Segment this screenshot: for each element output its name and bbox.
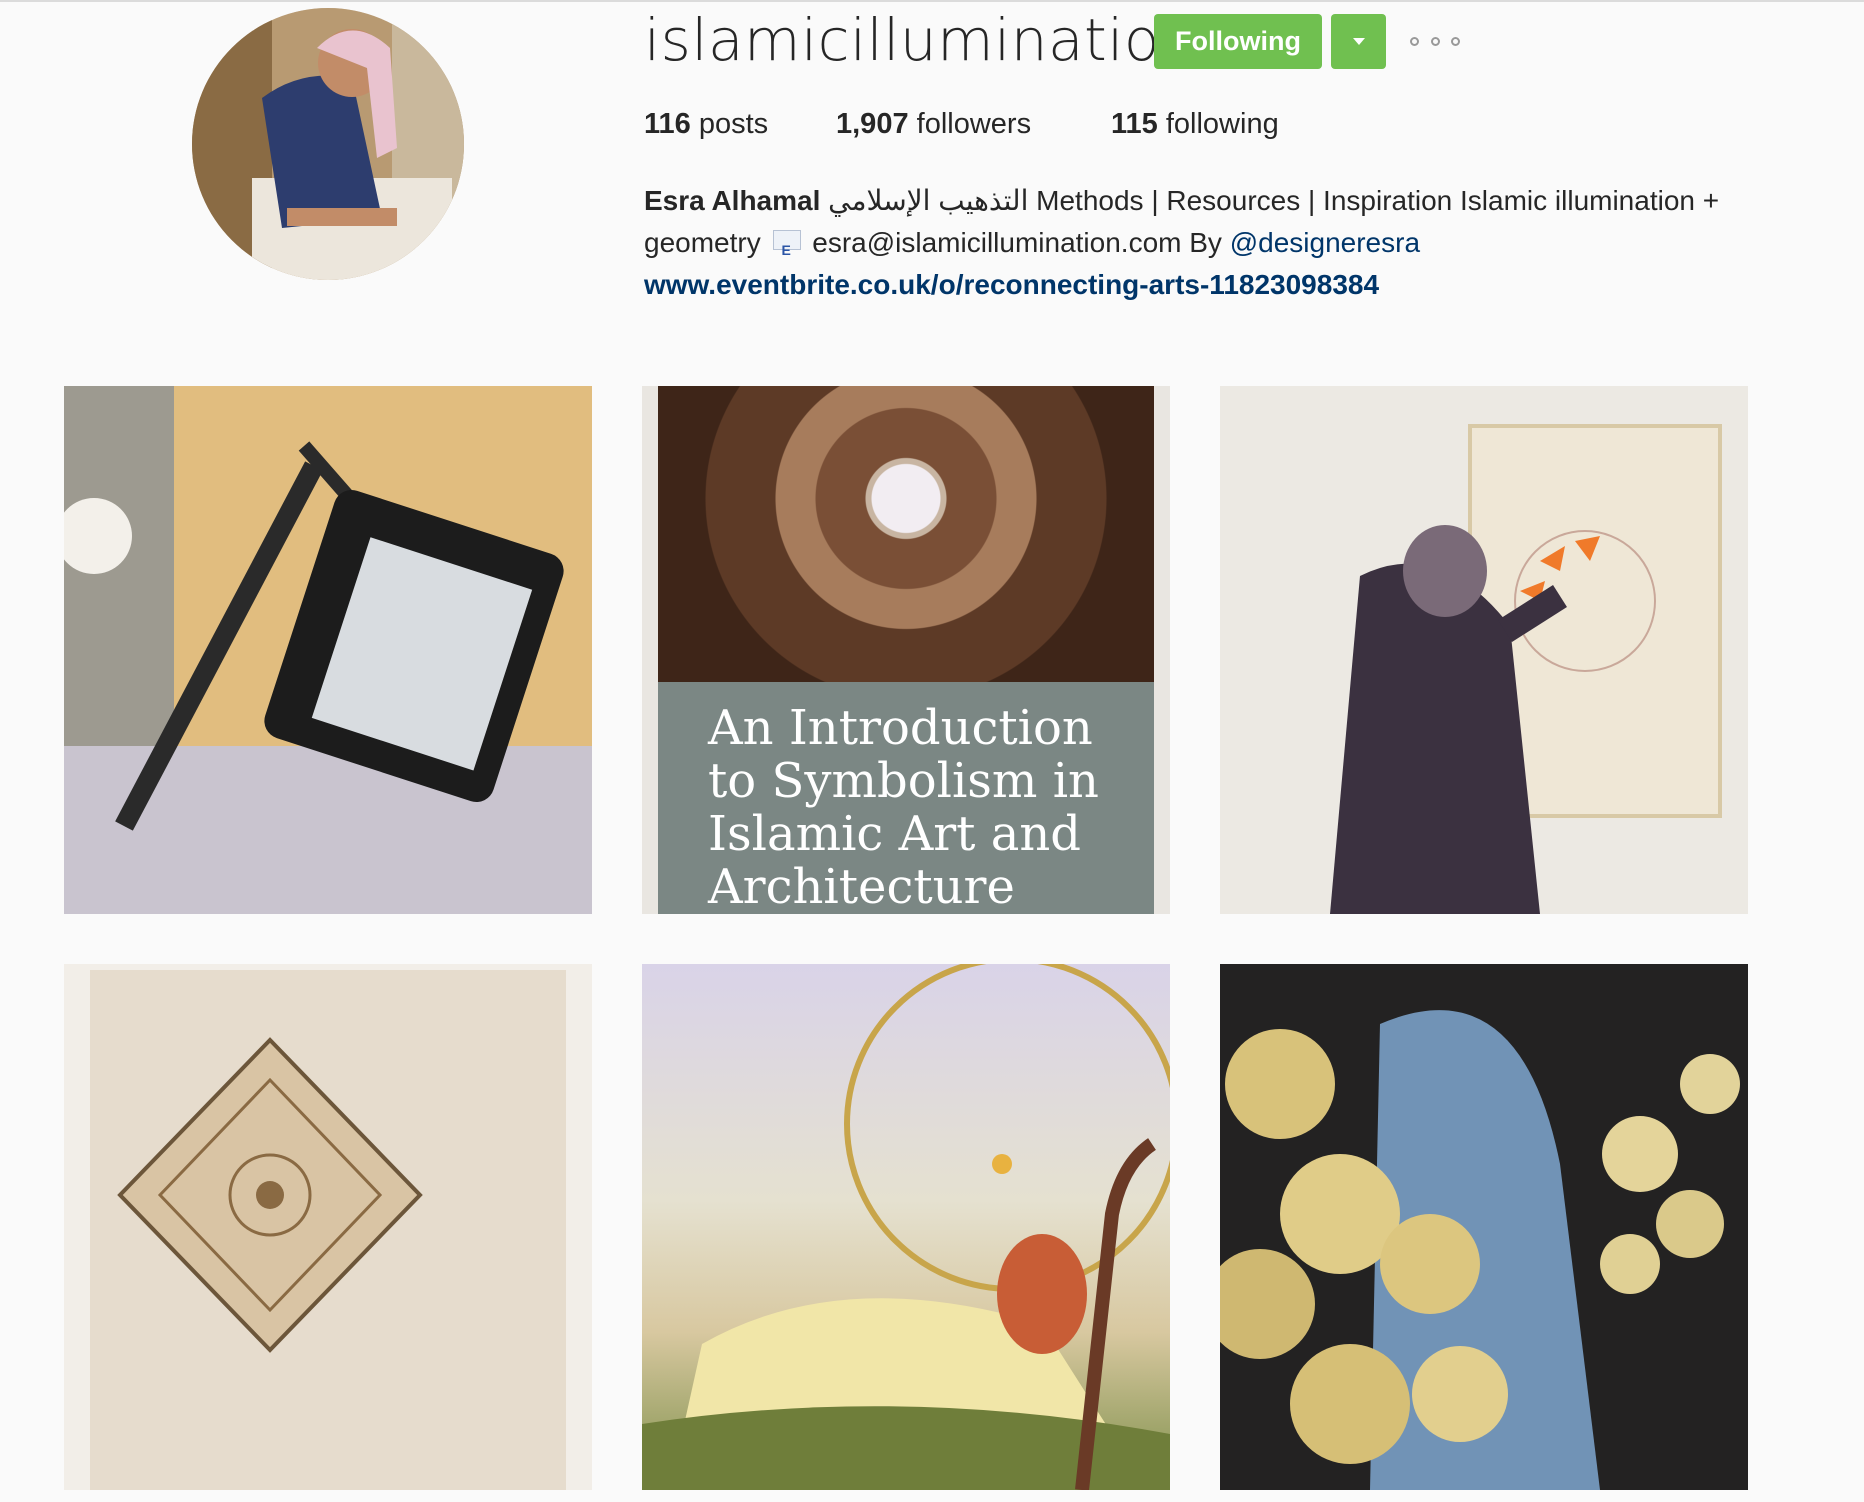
post-image-ornament [90, 970, 566, 1490]
following-link[interactable]: 115 following [1111, 108, 1279, 141]
bio-website-link[interactable]: www.eventbrite.co.uk/o/reconnecting-arts… [644, 264, 1774, 306]
followers-label: followers [908, 108, 1032, 140]
post-image-drawing [1220, 386, 1748, 914]
profile-username: islamicillumination [644, 6, 1198, 74]
bio-email-text: esra@islamicillumination.com By [804, 227, 1230, 258]
profile-bio: Esra Alhamal التذهيب الإسلامي Methods | … [644, 180, 1774, 306]
book-cover-title: An Introduction to Symbolism in Islamic … [708, 700, 1099, 914]
post-thumbnail[interactable] [1220, 386, 1748, 914]
post-thumbnail[interactable] [64, 964, 592, 1490]
top-border [0, 0, 1864, 2]
post-image-camera [64, 386, 592, 914]
post-thumbnail[interactable] [642, 964, 1170, 1490]
profile-avatar[interactable] [192, 8, 464, 280]
book-cover-band: An Introduction to Symbolism in Islamic … [658, 682, 1154, 914]
followers-link[interactable]: 1,907 followers [836, 108, 1031, 141]
post-thumbnail[interactable] [64, 386, 592, 914]
post-thumbnail[interactable]: An Introduction to Symbolism in Islamic … [642, 386, 1170, 914]
post-image-dome [658, 386, 1154, 682]
more-options-button[interactable] [1410, 26, 1460, 56]
post-image-painting [642, 964, 1170, 1490]
envelope-icon [772, 229, 801, 271]
more-dots-icon [1410, 36, 1419, 46]
posts-label: posts [690, 108, 769, 140]
post-image-roses [1220, 964, 1748, 1490]
avatar-photo [192, 8, 464, 280]
profile-full-name: Esra Alhamal [644, 185, 821, 216]
more-dots-icon [1451, 36, 1460, 46]
more-dots-icon [1430, 36, 1440, 46]
following-label: following [1157, 108, 1279, 140]
chevron-down-icon [1352, 38, 1365, 45]
posts-number: 116 [644, 108, 691, 140]
mention-link[interactable]: @designeresra [1230, 227, 1420, 258]
illumination-motif [117, 1037, 423, 1353]
following-number: 115 [1111, 108, 1158, 140]
followers-number: 1,907 [836, 108, 909, 140]
posts-count: 116 posts [644, 108, 768, 141]
follow-options-dropdown[interactable] [1331, 14, 1386, 69]
following-button[interactable]: Following [1154, 14, 1322, 69]
post-thumbnail[interactable] [1220, 964, 1748, 1490]
